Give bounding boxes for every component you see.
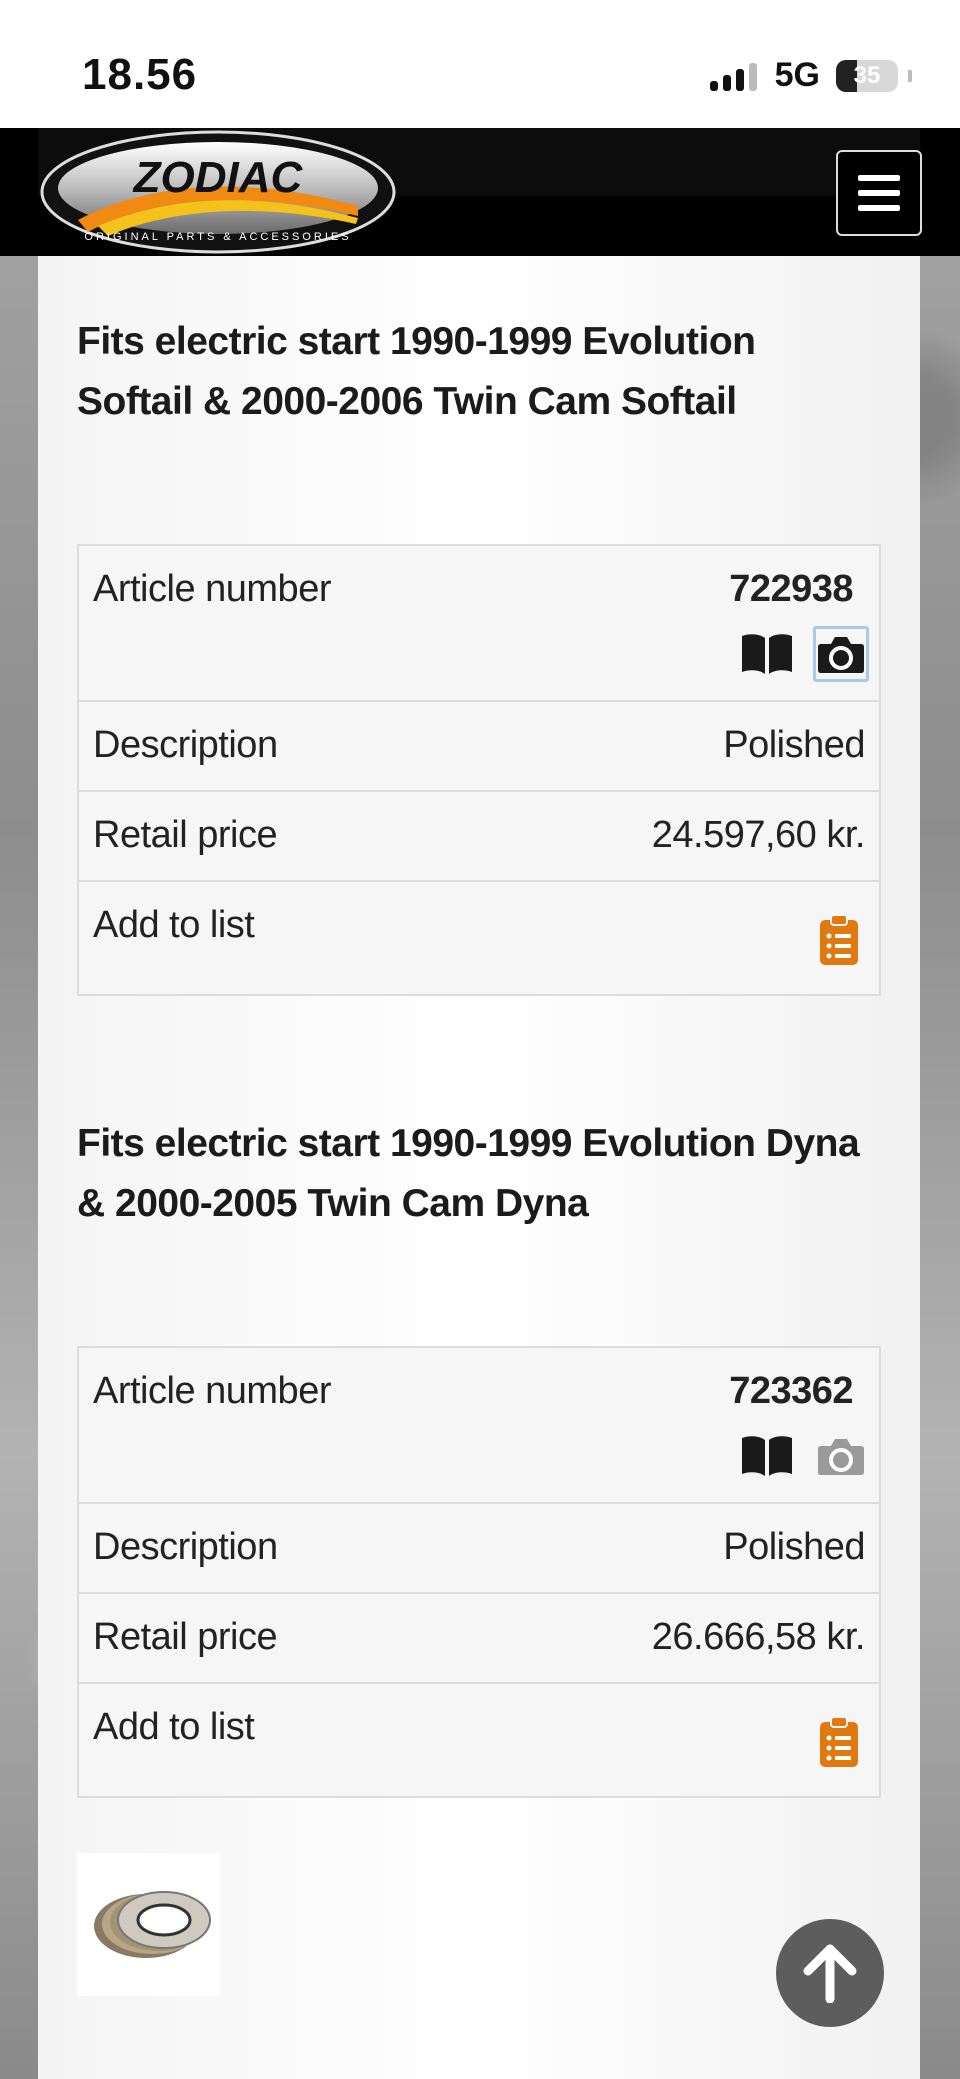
status-time: 18.56 [82, 50, 198, 99]
svg-text:ORIGINAL PARTS & ACCESSORIES: ORIGINAL PARTS & ACCESSORIES [84, 231, 351, 243]
signal-icon [709, 61, 757, 91]
product-table: Article number 723362 Description Polish… [77, 1346, 881, 1798]
price-row: Retail price 24.597,60 kr. [79, 792, 879, 882]
camera-icon[interactable] [813, 1428, 869, 1484]
article-row: Article number 723362 [79, 1348, 879, 1504]
battery-icon: 35 [836, 59, 898, 92]
network-type: 5G [774, 56, 820, 94]
description-label: Description [93, 1526, 278, 1568]
description-value: Polished [723, 724, 865, 766]
article-number: 723362 [729, 1370, 853, 1412]
product-title: Fits electric start 1990-1999 Evolution … [77, 1122, 860, 1225]
description-row: Description Polished [79, 1504, 879, 1594]
add-to-list-row[interactable]: Add to list [79, 882, 879, 994]
clipboard-list-icon[interactable] [819, 1716, 859, 1773]
price-label: Retail price [93, 814, 278, 856]
product-thumbnail[interactable] [77, 1853, 220, 1996]
add-to-list-label: Add to list [93, 904, 255, 946]
book-icon[interactable] [739, 1428, 795, 1484]
description-row: Description Polished [79, 702, 879, 792]
description-label: Description [93, 724, 278, 766]
product-panel: Fits electric start 1990-1999 Evolution … [38, 256, 920, 2079]
article-label: Article number [93, 1370, 331, 1412]
product-table: Article number 722938 Description Polish… [77, 544, 881, 996]
status-indicators: 5G 35 [709, 56, 912, 95]
clipboard-list-icon[interactable] [819, 914, 859, 971]
zodiac-logo[interactable]: ZODIAC ORIGINAL PARTS & ACCESSORIES [38, 128, 398, 256]
scroll-to-top-button[interactable] [776, 1919, 884, 2027]
book-icon[interactable] [739, 626, 795, 682]
description-value: Polished [723, 1526, 865, 1568]
add-to-list-label: Add to list [93, 1706, 255, 1748]
battery-level: 35 [853, 61, 881, 89]
arrow-up-icon [803, 1944, 857, 2003]
hamburger-icon [858, 175, 900, 181]
add-to-list-row[interactable]: Add to list [79, 1684, 879, 1796]
price-value: 24.597,60 kr. [651, 814, 866, 856]
product-title: Fits electric start 1990-1999 Evolution … [77, 320, 756, 423]
article-row: Article number 722938 [79, 546, 879, 702]
price-value: 26.666,58 kr. [651, 1616, 866, 1658]
article-number: 722938 [729, 568, 853, 610]
camera-icon[interactable] [813, 626, 869, 682]
menu-button[interactable] [836, 150, 922, 236]
svg-text:ZODIAC: ZODIAC [132, 153, 304, 202]
price-row: Retail price 26.666,58 kr. [79, 1594, 879, 1684]
article-label: Article number [93, 568, 331, 610]
status-bar: 18.56 5G 35 [0, 0, 960, 128]
price-label: Retail price [93, 1616, 278, 1658]
